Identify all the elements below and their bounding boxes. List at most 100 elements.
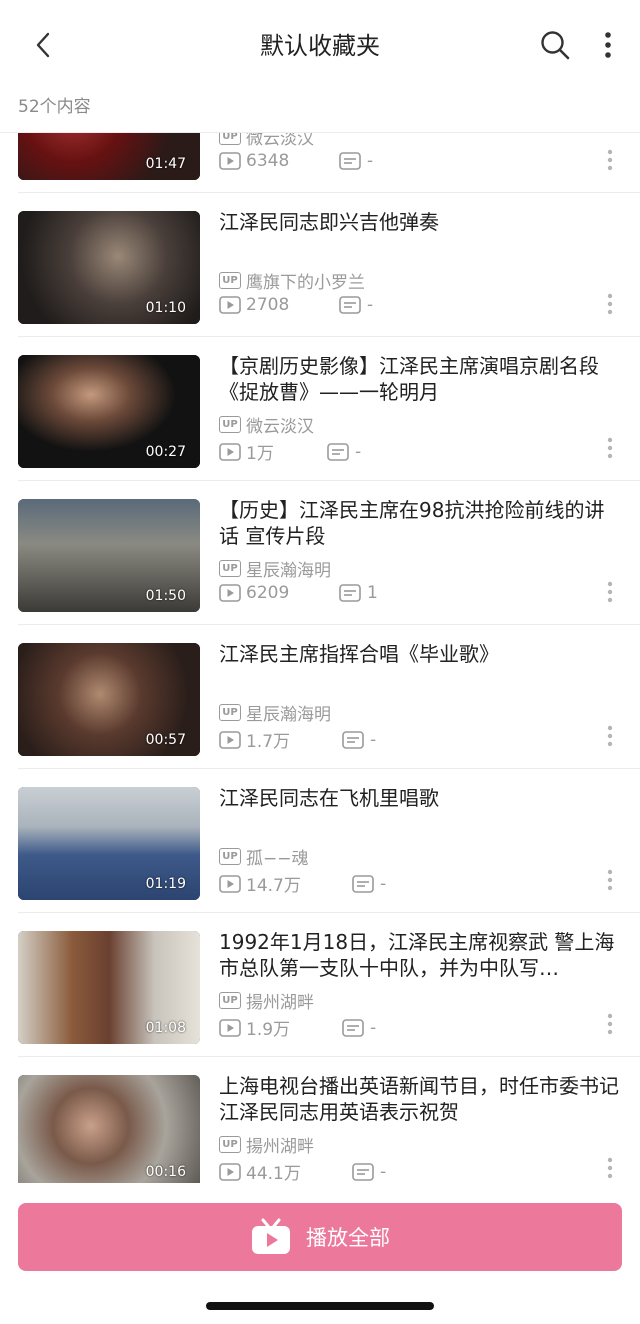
uploader-name[interactable]: 揚州湖畔 [246,988,314,1013]
list-item[interactable]: 01:19 江泽民同志在飞机里唱歌 UP 孤−−魂 14.7万 - [0,769,640,913]
back-button[interactable] [26,28,60,62]
video-title[interactable]: 【历史】江泽民主席在98抗洪抢险前线的讲话 宣传片段 [219,497,619,549]
danmaku-block: - [342,1018,376,1038]
video-list[interactable]: 01:47 UP 微云淡汉 6348 - 01:10 江泽民同志即兴吉他弹奏 U… [0,133,640,1183]
video-title[interactable]: 【京剧历史影像】江泽民主席演唱京剧名段《捉放曹》——一轮明月 [219,353,619,405]
list-item[interactable]: 01:50 【历史】江泽民主席在98抗洪抢险前线的讲话 宣传片段 UP 星辰瀚海… [0,481,640,625]
more-vertical-icon [607,725,613,747]
danmaku-icon [342,730,364,749]
list-item[interactable]: 01:47 UP 微云淡汉 6348 - [0,133,640,193]
list-item[interactable]: 01:10 江泽民同志即兴吉他弹奏 UP 鹰旗下的小罗兰 2708 - [0,193,640,337]
list-item[interactable]: 00:27 【京剧历史影像】江泽民主席演唱京剧名段《捉放曹》——一轮明月 UP … [0,337,640,481]
stats-row: 6209 1 [219,583,619,603]
play-count: 2708 [246,295,290,315]
danmaku-block: - [352,874,386,894]
danmaku-count: - [355,441,362,462]
uploader-name[interactable]: 星辰瀚海明 [246,700,331,725]
uploader-row: UP 孤−−魂 [219,844,309,869]
danmaku-icon [342,1018,364,1037]
search-button[interactable] [536,26,574,64]
video-thumbnail[interactable]: 00:27 [18,355,200,468]
video-title[interactable]: 江泽民同志在飞机里唱歌 [219,785,619,811]
list-item[interactable]: 00:57 江泽民主席指挥合唱《毕业歌》 UP 星辰瀚海明 1.7万 - [0,625,640,769]
item-more-button[interactable] [598,1153,622,1183]
up-badge: UP [219,133,241,145]
uploader-row: UP 微云淡汉 [219,133,314,149]
uploader-row: UP 星辰瀚海明 [219,556,331,581]
duration-label: 01:08 [145,1020,186,1036]
more-vertical-icon [605,32,611,58]
play-count: 1.9万 [246,1020,291,1040]
up-badge: UP [219,560,241,577]
danmaku-count: - [380,1161,387,1182]
play-count-icon [219,1018,241,1037]
danmaku-block: 1 [339,583,378,603]
list-item[interactable]: 01:08 1992年1月18日，江泽民主席视察武 警上海市总队第一支队十中队，… [0,913,640,1057]
stats-row: 6348 - [219,151,619,171]
video-title[interactable]: 上海电视台播出英语新闻节目，时任市委书记江泽民同志用英语表示祝贺 [219,1073,619,1125]
uploader-name[interactable]: 微云淡汉 [246,133,314,149]
danmaku-block: - [352,1162,386,1182]
more-options-button[interactable] [596,26,620,64]
danmaku-count: - [367,295,374,315]
danmaku-count: - [380,873,387,894]
more-vertical-icon [607,1013,613,1035]
list-item[interactable]: 00:16 上海电视台播出英语新闻节目，时任市委书记江泽民同志用英语表示祝贺 U… [0,1057,640,1183]
danmaku-count: 1 [367,583,378,603]
item-more-button[interactable] [598,145,622,175]
video-thumbnail[interactable]: 01:08 [18,931,200,1044]
video-title[interactable]: 江泽民主席指挥合唱《毕业歌》 [219,641,619,667]
item-more-button[interactable] [598,721,622,751]
duration-label: 01:10 [145,300,186,316]
chevron-left-icon [36,32,50,58]
uploader-row: UP 揚州湖畔 [219,1132,314,1157]
top-bar: 默认收藏夹 [0,0,640,88]
danmaku-icon [352,874,374,893]
stats-row: 1.7万 - [219,727,619,752]
video-thumbnail[interactable]: 00:16 [18,1075,200,1183]
danmaku-icon [339,296,361,314]
uploader-name[interactable]: 微云淡汉 [246,412,314,437]
danmaku-block: - [339,295,373,315]
duration-label: 01:50 [145,588,186,604]
play-count-icon [219,730,241,749]
video-thumbnail[interactable]: 01:47 [18,133,200,180]
stats-row: 44.1万 - [219,1159,619,1183]
duration-label: 00:16 [145,1164,186,1180]
uploader-row: UP 鹰旗下的小罗兰 [219,268,365,293]
danmaku-icon [339,152,361,170]
item-more-button[interactable] [598,433,622,463]
up-badge: UP [219,1136,241,1153]
uploader-name[interactable]: 孤−−魂 [246,844,309,869]
play-count-icon [219,296,241,314]
video-thumbnail[interactable]: 00:57 [18,643,200,756]
uploader-name[interactable]: 星辰瀚海明 [246,556,331,581]
item-more-button[interactable] [598,577,622,607]
uploader-name[interactable]: 揚州湖畔 [246,1132,314,1157]
play-count: 6348 [246,151,290,171]
danmaku-count: - [370,1017,377,1038]
more-vertical-icon [607,581,613,603]
danmaku-block: - [327,442,361,462]
video-thumbnail[interactable]: 01:19 [18,787,200,900]
video-title[interactable]: 1992年1月18日，江泽民主席视察武 警上海市总队第一支队十中队，并为中队写… [219,929,619,981]
danmaku-count: - [367,151,374,171]
item-more-button[interactable] [598,289,622,319]
video-title[interactable]: 江泽民同志即兴吉他弹奏 [219,209,619,235]
item-more-button[interactable] [598,1009,622,1039]
stats-row: 1万 - [219,439,619,464]
home-indicator[interactable] [206,1302,434,1310]
play-count: 14.7万 [246,876,301,896]
more-vertical-icon [607,149,613,171]
video-thumbnail[interactable]: 01:10 [18,211,200,324]
play-count: 1.7万 [246,732,291,752]
play-all-button[interactable]: 播放全部 [18,1203,622,1271]
danmaku-icon [339,584,361,602]
more-vertical-icon [607,437,613,459]
play-count: 1万 [246,444,274,464]
video-thumbnail[interactable]: 01:50 [18,499,200,612]
up-badge: UP [219,992,241,1009]
item-more-button[interactable] [598,865,622,895]
stats-row: 2708 - [219,295,619,315]
uploader-name[interactable]: 鹰旗下的小罗兰 [246,268,365,293]
